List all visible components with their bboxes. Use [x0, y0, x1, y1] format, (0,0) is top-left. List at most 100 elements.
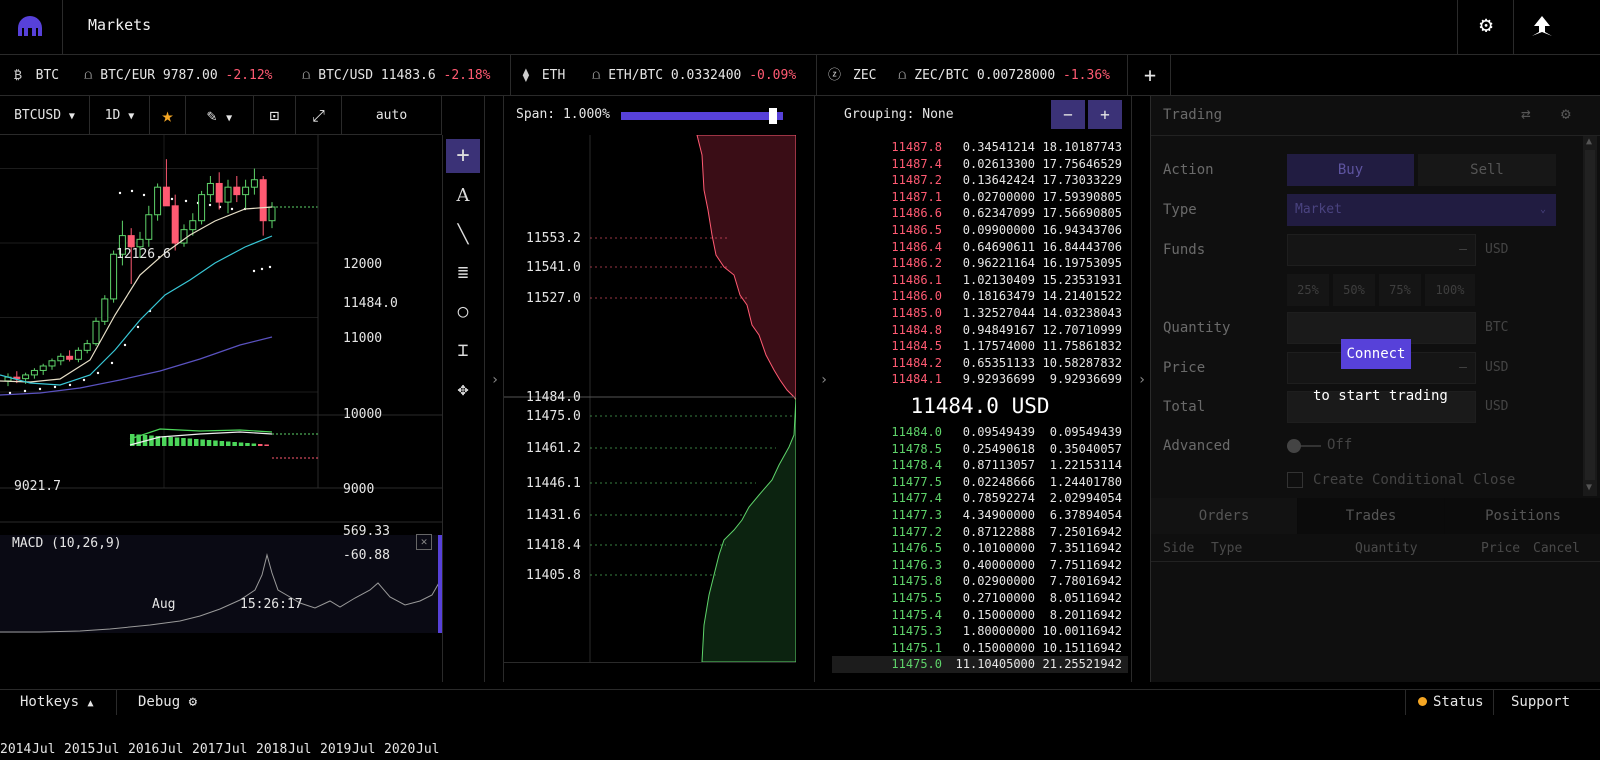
close-indicator-icon[interactable]: ✕ — [416, 534, 432, 550]
book-row[interactable]: 11478.5 0.25490618 0.35040057 — [832, 441, 1128, 458]
pct-50-button[interactable]: 50% — [1333, 274, 1375, 306]
sell-button[interactable]: Sell — [1418, 154, 1556, 186]
draw-tool-button[interactable]: ✎ ▼ — [186, 96, 254, 135]
scrollbar[interactable]: ▲ ▼ — [1583, 136, 1597, 496]
moving-average-line — [0, 206, 273, 383]
book-row[interactable]: 11486.5 0.09900000 16.94343706 — [832, 222, 1128, 239]
book-price: 11475.4 — [891, 607, 942, 622]
book-row[interactable]: 11485.0 1.32527044 14.03238043 — [832, 305, 1128, 322]
conditional-close-checkbox[interactable] — [1287, 472, 1303, 488]
hotkeys-button[interactable]: Hotkeys ▲ — [20, 694, 93, 710]
scale-toggle[interactable]: auto — [342, 96, 442, 135]
ticker-group-eth[interactable]: ⧫ ETH — [522, 55, 565, 96]
ticker-group-btc[interactable]: ₿ BTC — [14, 55, 59, 96]
connect-button[interactable]: Connect — [1341, 339, 1411, 369]
kraken-logo-icon[interactable] — [16, 14, 44, 38]
crosshair-plus-icon[interactable]: + — [446, 139, 480, 173]
book-total: 10.58287832 — [1042, 355, 1122, 370]
book-row[interactable]: 11487.4 0.02613300 17.75646529 — [832, 156, 1128, 173]
support-link[interactable]: Support — [1511, 694, 1570, 710]
book-row[interactable]: 11477.4 0.78592274 2.02994054 — [832, 490, 1128, 507]
chevron-down-icon: ⌄ — [1539, 204, 1546, 215]
book-row[interactable]: 11478.4 0.87113057 1.22153114 — [832, 457, 1128, 474]
ticker-pair[interactable]: ⩍ ETH/BTC 0.0332400 -0.09% — [592, 55, 796, 96]
buy-button[interactable]: Buy — [1287, 154, 1414, 186]
add-pair-button[interactable]: + — [1140, 55, 1160, 96]
pct-100-button[interactable]: 100% — [1425, 274, 1475, 306]
book-price: 11477.3 — [891, 508, 942, 522]
book-row[interactable]: 11484.1 9.92936699 9.92936699 — [832, 371, 1128, 388]
book-row[interactable]: 11475.8 0.02900000 7.78016942 — [832, 573, 1128, 590]
book-row[interactable]: 11476.3 0.40000000 7.75116942 — [832, 557, 1128, 574]
slider-thumb[interactable] — [769, 108, 777, 124]
fib-lines-icon[interactable]: ≣ — [446, 256, 480, 290]
advanced-toggle[interactable] — [1287, 438, 1321, 454]
pct-25-button[interactable]: 25% — [1287, 274, 1329, 306]
book-row[interactable]: 11486.4 0.64690611 16.84443706 — [832, 239, 1128, 256]
ask-level-label: 11541.0 — [526, 260, 581, 275]
swap-icon[interactable]: ⇄ — [1521, 104, 1531, 123]
book-row[interactable]: 11484.0 0.09549439 0.09549439 — [832, 424, 1128, 441]
fullscreen-button[interactable]: ⤢ — [296, 96, 342, 135]
tab-orders[interactable]: Orders — [1151, 498, 1297, 534]
book-row[interactable]: 11475.4 0.15000000 8.20116942 — [832, 607, 1128, 624]
macd-bar — [219, 441, 225, 446]
tab-positions[interactable]: Positions — [1445, 498, 1600, 534]
interval-select[interactable]: 1D ▼ — [90, 96, 150, 135]
book-row[interactable]: 11477.5 0.02248666 1.24401780 — [832, 474, 1128, 491]
book-row[interactable]: 11477.3 4.34900000 6.37894054 — [832, 507, 1128, 524]
ticker-pair[interactable]: ⩍ BTC/USD 11483.6 -2.18% — [302, 55, 491, 96]
book-row[interactable]: 11475.3 1.80000000 10.00116942 — [832, 623, 1128, 640]
settings-gear-icon[interactable]: ⚙ — [1474, 14, 1498, 38]
indicators-button[interactable]: ⊡ — [254, 96, 296, 135]
ticker-group-zec[interactable]: ⓩ ZEC — [828, 55, 877, 96]
order-type-select[interactable]: Market ⌄ — [1287, 194, 1556, 226]
move-tool-icon[interactable]: ✥ — [446, 373, 480, 407]
ticker-pair[interactable]: ⩍ ZEC/BTC 0.00728000 -1.36% — [898, 55, 1110, 96]
book-row[interactable]: 11475.0 11.10405000 21.25521942 — [832, 656, 1128, 673]
collapse-chevron-icon[interactable]: › — [815, 372, 833, 388]
trading-settings-gear-icon[interactable]: ⚙ — [1561, 104, 1571, 123]
pair-name: ETH/BTC — [608, 68, 664, 83]
sar-dot — [136, 325, 140, 329]
book-row[interactable]: 11476.5 0.10100000 7.35116942 — [832, 540, 1128, 557]
symbol-select[interactable]: BTCUSD ▼ — [0, 96, 90, 135]
book-row[interactable]: 11487.2 0.13642424 17.73033229 — [832, 172, 1128, 189]
book-row[interactable]: 11484.8 0.94849167 12.70710999 — [832, 322, 1128, 339]
circle-tool-icon[interactable]: ○ — [446, 295, 480, 329]
book-row[interactable]: 11475.5 0.27100000 8.05116942 — [832, 590, 1128, 607]
debug-button[interactable]: Debug ⚙ — [138, 694, 197, 710]
ticker-pair[interactable]: ⩍ BTC/EUR 9787.00 -2.12% — [84, 55, 273, 96]
grouping-decrease-button[interactable]: − — [1051, 100, 1085, 129]
span-slider[interactable] — [621, 108, 783, 124]
book-row[interactable]: 11487.8 0.34541214 18.10187743 — [832, 139, 1128, 156]
status-button[interactable]: Status — [1418, 694, 1484, 710]
book-row[interactable]: 11486.1 1.02130409 15.23531931 — [832, 272, 1128, 289]
book-row[interactable]: 11487.1 0.02700000 17.59390805 — [832, 189, 1128, 206]
account-icon[interactable] — [1530, 14, 1554, 38]
navigator-handle[interactable] — [438, 535, 442, 633]
book-row[interactable]: 11484.5 1.17574000 11.75861832 — [832, 338, 1128, 355]
favorite-star-icon[interactable]: ★ — [150, 96, 186, 135]
book-row[interactable]: 11475.1 0.15000000 10.15116942 — [832, 640, 1128, 657]
book-price: 11484.5 — [891, 339, 942, 354]
book-row[interactable]: 11477.2 0.87122888 7.25016942 — [832, 524, 1128, 541]
divider — [1457, 0, 1458, 54]
grouping-increase-button[interactable]: + — [1088, 100, 1122, 129]
book-row[interactable]: 11486.2 0.96221164 16.19753095 — [832, 255, 1128, 272]
book-row[interactable]: 11486.0 0.18163479 14.21401522 — [832, 288, 1128, 305]
pct-75-button[interactable]: 75% — [1379, 274, 1421, 306]
line-tool-icon[interactable]: ╲ — [446, 218, 480, 252]
tab-trades[interactable]: Trades — [1298, 498, 1444, 534]
order-type-value: Market — [1295, 202, 1342, 217]
text-tool-icon[interactable]: A — [446, 179, 480, 213]
btc-icon: ₿ — [14, 68, 30, 83]
collapse-chevron-icon[interactable]: › — [1133, 372, 1151, 388]
book-row[interactable]: 11486.6 0.62347099 17.56690805 — [832, 205, 1128, 222]
book-price: 11484.8 — [891, 322, 942, 337]
funds-input[interactable]: – — [1287, 234, 1476, 266]
collapse-chevron-icon[interactable]: › — [486, 372, 504, 388]
measure-tool-icon[interactable]: ⌶ — [446, 334, 480, 368]
book-total: 10.15116942 — [1042, 640, 1122, 655]
book-row[interactable]: 11484.2 0.65351133 10.58287832 — [832, 355, 1128, 372]
